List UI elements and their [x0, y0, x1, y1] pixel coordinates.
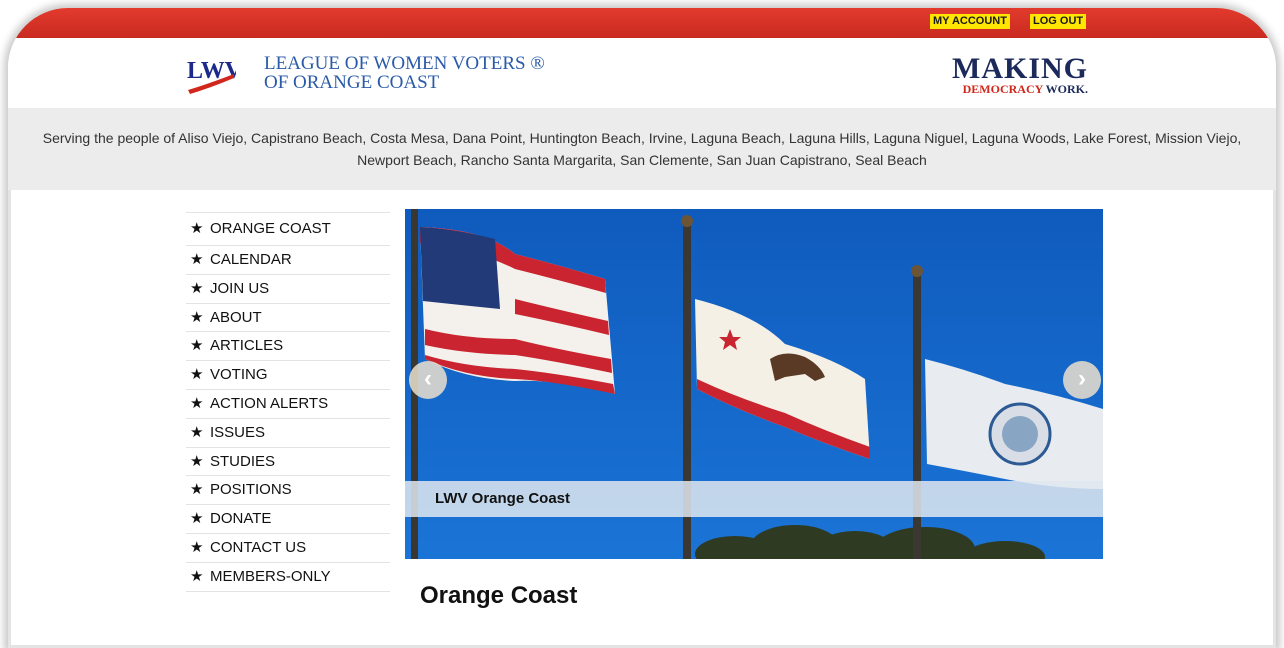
- democracy-work-text: DEMOCRACY WORK.: [952, 82, 1088, 96]
- log-out-link[interactable]: LOG OUT: [1030, 14, 1087, 29]
- nav-item-contact-us[interactable]: ★ CONTACT US: [186, 534, 390, 563]
- nav-item-label: CONTACT US: [210, 538, 307, 556]
- nav-item-label: DONATE: [210, 510, 272, 528]
- nav-item-label: ORANGE COAST: [210, 220, 331, 237]
- nav-item-label: JOIN US: [210, 279, 270, 297]
- nav-item-calendar[interactable]: ★ CALENDAR: [186, 246, 390, 275]
- nav-item-label: ABOUT: [210, 308, 262, 326]
- star-icon: ★: [190, 538, 204, 556]
- star-icon: ★: [190, 510, 204, 528]
- star-icon: ★: [190, 567, 204, 585]
- nav-item-donate[interactable]: ★ DONATE: [186, 505, 390, 534]
- nav-item-label: MEMBERS-ONLY: [210, 567, 331, 585]
- work-text: WORK.: [1045, 82, 1088, 96]
- nav-item-orange-coast[interactable]: ★ ORANGE COAST: [186, 212, 390, 246]
- star-icon: ★: [190, 423, 204, 441]
- org-name[interactable]: LEAGUE OF WOMEN VOTERS ® OF ORANGE COAST: [264, 54, 545, 92]
- star-icon: ★: [190, 337, 204, 355]
- hero-image-slider: LWV Orange Coast ‹ ›: [405, 209, 1103, 559]
- nav-item-studies[interactable]: ★ STUDIES: [186, 448, 390, 477]
- star-icon: ★: [190, 481, 204, 499]
- nav-item-positions[interactable]: ★ POSITIONS: [186, 476, 390, 506]
- top-utility-bar: MY ACCOUNT LOG OUT: [8, 8, 1276, 38]
- nav-item-label: POSITIONS: [210, 481, 292, 499]
- nav-item-issues[interactable]: ★ ISSUES: [186, 419, 390, 448]
- slide-caption: LWV Orange Coast: [405, 481, 1103, 517]
- nav-item-label: ARTICLES: [210, 337, 284, 355]
- chevron-right-icon: ›: [1078, 365, 1086, 392]
- nav-item-action-alerts[interactable]: ★ ACTION ALERTS: [186, 390, 390, 419]
- democracy-text: DEMOCRACY: [962, 82, 1043, 96]
- star-icon: ★: [190, 452, 204, 470]
- service-area-banner: Serving the people of Aliso Viejo, Capis…: [8, 108, 1276, 190]
- browser-page-frame: MY ACCOUNT LOG OUT LWV LEAGUE OF WOMEN V…: [8, 8, 1276, 648]
- star-icon: ★: [190, 394, 204, 412]
- slider-next-button[interactable]: ›: [1063, 361, 1101, 399]
- nav-item-about[interactable]: ★ ABOUT: [186, 304, 390, 333]
- slider-prev-button[interactable]: ‹: [409, 361, 447, 399]
- chevron-left-icon: ‹: [424, 365, 432, 392]
- star-icon: ★: [190, 251, 204, 268]
- making-text: MAKING: [952, 52, 1088, 85]
- nav-item-label: STUDIES: [210, 452, 276, 470]
- making-democracy-work-logo: MAKING DEMOCRACY WORK.: [952, 52, 1088, 97]
- star-icon: ★: [190, 308, 204, 326]
- star-icon: ★: [190, 366, 204, 384]
- nav-item-members-only[interactable]: ★ MEMBERS-ONLY: [186, 563, 390, 592]
- star-icon: ★: [190, 220, 204, 237]
- page-title: Orange Coast: [420, 582, 578, 609]
- org-name-line1: LEAGUE OF WOMEN VOTERS ®: [264, 53, 545, 74]
- org-name-line2: OF ORANGE COAST: [264, 72, 440, 93]
- nav-item-label: ISSUES: [210, 423, 266, 441]
- nav-item-voting[interactable]: ★ VOTING: [186, 361, 390, 390]
- my-account-link[interactable]: MY ACCOUNT: [930, 14, 1010, 29]
- main-navigation: ★ ORANGE COAST ★ CALENDAR ★ JOIN US ★ ABOUT …: [186, 212, 390, 592]
- lwv-logo-icon[interactable]: LWV: [186, 54, 236, 94]
- nav-item-articles[interactable]: ★ ARTICLES: [186, 332, 390, 362]
- nav-item-label: CALENDAR: [210, 251, 292, 268]
- nav-item-label: ACTION ALERTS: [210, 394, 329, 412]
- nav-item-label: VOTING: [210, 366, 268, 384]
- star-icon: ★: [190, 279, 204, 297]
- nav-item-join-us[interactable]: ★ JOIN US: [186, 275, 390, 304]
- site-header: LWV LEAGUE OF WOMEN VOTERS ® OF ORANGE C…: [8, 38, 1276, 108]
